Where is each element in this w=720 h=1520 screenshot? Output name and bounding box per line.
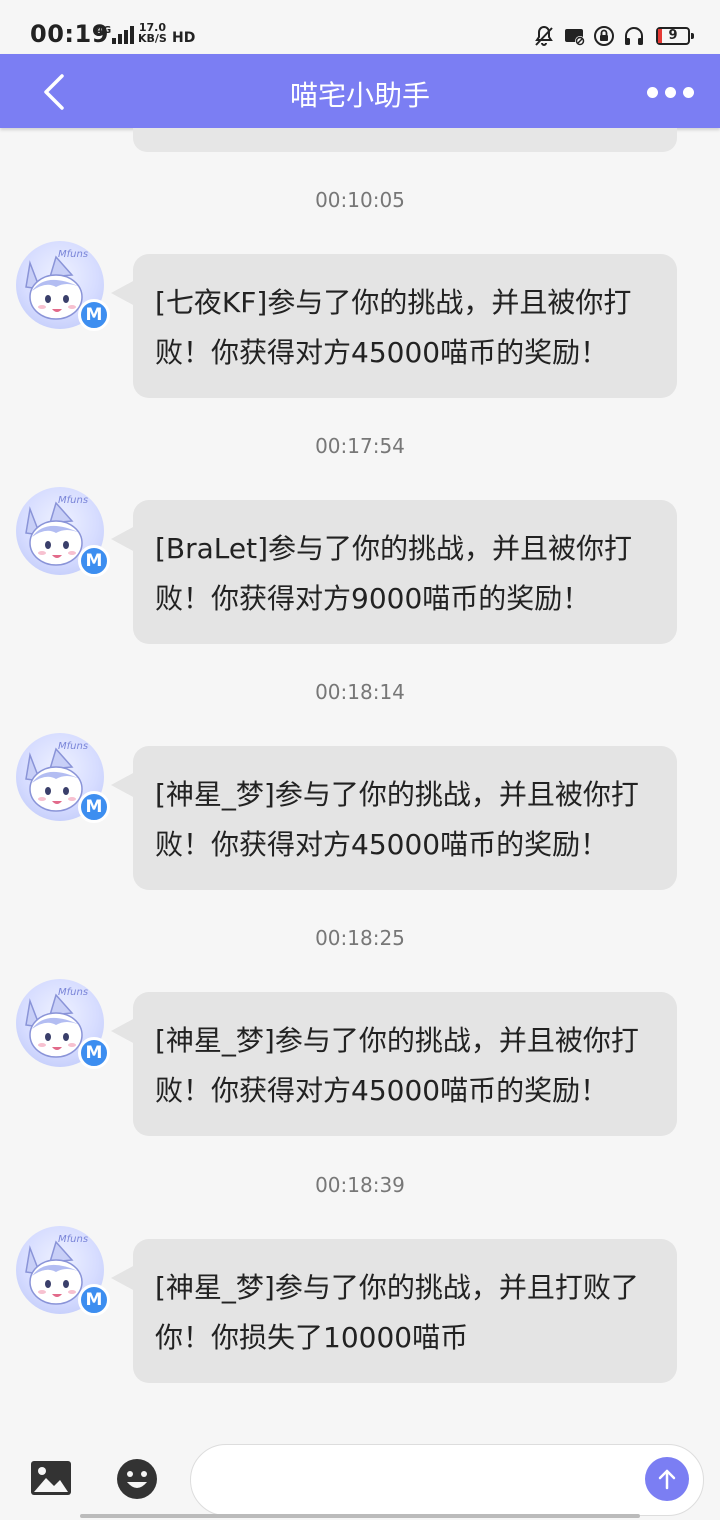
message-timestamp: 00:18:39 (315, 1173, 405, 1197)
avatar[interactable]: Mfuns M (16, 1226, 110, 1316)
avatar-label: Mfuns (58, 987, 89, 998)
previous-message-bubble (133, 128, 677, 152)
message-bubble: [BraLet]参与了你的挑战，并且被你打败！你获得对方9000喵币的奖励！ (111, 500, 677, 644)
verified-badge-icon: M (78, 1037, 110, 1069)
verified-badge-icon: M (78, 299, 110, 331)
avatar[interactable]: Mfuns M (16, 979, 110, 1069)
message-timestamp: 00:10:05 (315, 188, 405, 212)
input-bar (0, 1430, 720, 1520)
message-timestamp: 00:17:54 (315, 434, 405, 458)
status-bar: 00:19 4G 17.0 KB/S HD 9 (0, 0, 720, 54)
network-speed: 17.0 KB/S (138, 22, 167, 44)
avatar[interactable]: Mfuns M (16, 241, 110, 331)
nav-gesture-bar (80, 1514, 640, 1518)
verified-badge-icon: M (78, 1284, 110, 1316)
image-icon[interactable] (30, 1460, 72, 1496)
message-timestamp: 00:18:25 (315, 926, 405, 950)
signal-icon (112, 24, 134, 44)
message-bubble: [七夜KF]参与了你的挑战，并且被你打败！你获得对方45000喵币的奖励！ (111, 254, 677, 398)
message-input[interactable] (190, 1444, 704, 1516)
send-button[interactable] (645, 1457, 689, 1501)
battery-icon: 9 (656, 27, 694, 45)
verified-badge-icon: M (78, 545, 110, 577)
battery-level: 9 (668, 28, 678, 43)
chat-list[interactable]: 00:10:05 Mfuns M [七夜KF]参与了你的挑战，并且被你打败！你获得… (0, 128, 720, 1430)
network-type: 4G (96, 25, 112, 36)
page-title: 喵宅小助手 (289, 79, 430, 112)
more-dots-icon[interactable] (647, 82, 694, 102)
app-header: 喵宅小助手 (0, 54, 720, 128)
message-bubble: [神星_梦]参与了你的挑战，并且被你打败！你获得对方45000喵币的奖励！ (111, 992, 677, 1136)
avatar-label: Mfuns (58, 1234, 89, 1245)
avatar-label: Mfuns (58, 495, 89, 506)
mute-icon (535, 25, 553, 46)
status-icons: 9 (532, 22, 694, 50)
avatar[interactable]: Mfuns M (16, 487, 110, 577)
avatar-label: Mfuns (58, 741, 89, 752)
cast-icon (565, 29, 585, 46)
hd-indicator: HD (172, 30, 196, 46)
message-bubble: [神星_梦]参与了你的挑战，并且被你打败！你获得对方45000喵币的奖励！ (111, 746, 677, 890)
headphones-icon (625, 27, 643, 45)
speed-unit: KB/S (138, 32, 167, 45)
verified-badge-icon: M (78, 791, 110, 823)
message-timestamp: 00:18:14 (315, 680, 405, 704)
emoji-icon[interactable] (116, 1458, 158, 1500)
arrow-up-icon (658, 1469, 676, 1490)
vpn-lock-icon (594, 26, 614, 46)
avatar[interactable]: Mfuns M (16, 733, 110, 823)
avatar-label: Mfuns (58, 249, 89, 260)
message-bubble: [神星_梦]参与了你的挑战，并且打败了你！你损失了10000喵币 (111, 1239, 677, 1383)
